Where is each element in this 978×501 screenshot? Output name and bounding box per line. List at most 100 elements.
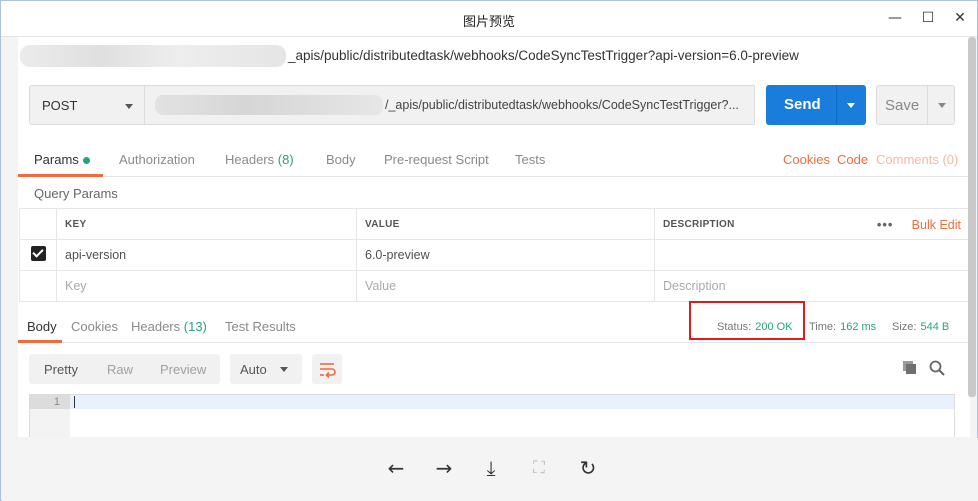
active-response-tab-underline bbox=[18, 340, 62, 343]
param-description-cell[interactable] bbox=[654, 239, 970, 271]
size-label: Size: bbox=[892, 321, 917, 333]
response-tab-headers[interactable]: Headers (13) bbox=[131, 319, 207, 334]
title-bar: 图片预览 — ☐ ✕ bbox=[1, 1, 977, 37]
format-label: Auto bbox=[240, 362, 267, 377]
vertical-scrollbar[interactable] bbox=[968, 37, 976, 397]
params-indicator-dot bbox=[82, 157, 90, 165]
value-column-header: VALUE bbox=[356, 208, 655, 240]
postman-screenshot: _apis/public/distributedtask/webhooks/Co… bbox=[18, 37, 970, 437]
url-input[interactable]: /_apis/public/distributedtask/webhooks/C… bbox=[145, 85, 755, 125]
text-cursor bbox=[74, 396, 75, 408]
size-value: 544 B bbox=[920, 321, 950, 333]
request-bar: POST /_apis/public/distributedtask/webho… bbox=[29, 85, 955, 125]
response-tab-test-results[interactable]: Test Results bbox=[225, 319, 296, 334]
redacted-host bbox=[155, 95, 383, 115]
format-select[interactable]: Auto bbox=[230, 354, 302, 384]
save-label: Save bbox=[885, 97, 920, 114]
maximize-button[interactable]: ☐ bbox=[918, 9, 938, 27]
time-label: Time: bbox=[809, 321, 837, 333]
cookies-link[interactable]: Cookies bbox=[783, 152, 830, 167]
method-select[interactable]: POST bbox=[29, 85, 145, 125]
editor-gutter: 1 bbox=[30, 395, 70, 437]
rotate-button[interactable]: ↻ bbox=[576, 456, 600, 480]
image-preview-window: 图片预览 — ☐ ✕ _apis/public/distributedtask/… bbox=[0, 0, 978, 501]
save-options-chevron-down-icon[interactable] bbox=[938, 103, 946, 108]
table-row-empty: Key Value Description bbox=[19, 270, 970, 302]
send-options-chevron-down-icon[interactable] bbox=[847, 103, 855, 108]
tab-tests[interactable]: Tests bbox=[515, 152, 545, 167]
more-options-icon[interactable]: ••• bbox=[877, 217, 894, 232]
tab-headers[interactable]: Headers (8) bbox=[225, 152, 294, 167]
tab-prerequest-script[interactable]: Pre-request Script bbox=[384, 152, 489, 167]
param-enabled-checkbox[interactable] bbox=[30, 246, 46, 261]
tab-headers-label: Headers bbox=[225, 152, 275, 167]
response-tabs: Body Cookies Headers (13) Test Results S… bbox=[18, 307, 970, 343]
view-preview-button[interactable]: Preview bbox=[160, 362, 206, 377]
tab-body[interactable]: Body bbox=[326, 152, 356, 167]
response-headers-count: (13) bbox=[183, 319, 207, 334]
tab-params-label: Params bbox=[34, 152, 79, 167]
table-row: api-version 6.0-preview bbox=[19, 239, 970, 271]
preview-toolbar: ← → ⤓ ⛶ ↻ bbox=[2, 438, 978, 501]
minimize-button[interactable]: — bbox=[885, 9, 905, 27]
response-headers-label: Headers bbox=[131, 319, 181, 334]
response-size: Size: 544 B bbox=[892, 321, 949, 333]
tab-authorization[interactable]: Authorization bbox=[119, 152, 195, 167]
copy-icon bbox=[903, 361, 916, 374]
description-column-header: DESCRIPTION bbox=[654, 208, 853, 240]
checkbox-column-header bbox=[19, 208, 57, 240]
send-label: Send bbox=[784, 96, 821, 113]
status-highlight-box bbox=[689, 301, 805, 340]
active-line-highlight bbox=[70, 395, 954, 409]
comments-link[interactable]: Comments (0) bbox=[876, 152, 958, 167]
new-key-input[interactable]: Key bbox=[56, 270, 357, 302]
code-link[interactable]: Code bbox=[837, 152, 868, 167]
redacted-host bbox=[20, 45, 286, 67]
active-tab-underline bbox=[18, 174, 103, 177]
query-params-label: Query Params bbox=[34, 186, 118, 201]
param-value-cell[interactable]: 6.0-preview bbox=[356, 239, 655, 271]
method-label: POST bbox=[42, 98, 78, 113]
new-description-input[interactable]: Description bbox=[654, 270, 970, 302]
active-line-gutter bbox=[30, 395, 70, 409]
next-image-button[interactable]: → bbox=[432, 456, 456, 480]
bulk-edit-link[interactable]: Bulk Edit bbox=[912, 218, 961, 232]
copy-button[interactable] bbox=[901, 359, 919, 380]
request-tabs: Params Authorization Headers (8) Body Pr… bbox=[18, 143, 970, 177]
wrap-lines-icon bbox=[320, 363, 336, 379]
send-divider bbox=[836, 85, 837, 125]
save-divider bbox=[927, 86, 928, 124]
save-button[interactable]: Save bbox=[876, 85, 955, 125]
request-url-heading: _apis/public/distributedtask/webhooks/Co… bbox=[18, 45, 970, 67]
search-button[interactable] bbox=[928, 359, 946, 380]
time-value: 162 ms bbox=[840, 321, 877, 333]
view-raw-button[interactable]: Raw bbox=[107, 362, 133, 377]
response-tab-cookies[interactable]: Cookies bbox=[71, 319, 118, 334]
download-button[interactable]: ⤓ bbox=[479, 456, 503, 480]
send-button[interactable]: Send bbox=[766, 85, 866, 125]
window-title: 图片预览 bbox=[462, 15, 515, 30]
response-tab-body[interactable]: Body bbox=[27, 319, 57, 334]
fit-to-window-button[interactable]: ⛶ bbox=[527, 456, 551, 480]
headers-count: (8) bbox=[277, 152, 294, 167]
close-button[interactable]: ✕ bbox=[950, 9, 970, 27]
query-params-table: KEY VALUE DESCRIPTION ••• Bulk Edit api-… bbox=[19, 208, 970, 302]
table-actions: ••• Bulk Edit bbox=[852, 208, 970, 240]
chevron-down-icon bbox=[280, 367, 288, 372]
line-number: 1 bbox=[53, 396, 60, 408]
tab-params[interactable]: Params bbox=[34, 152, 90, 167]
row-checkbox-cell bbox=[19, 239, 57, 271]
chevron-down-icon bbox=[125, 104, 133, 109]
request-url-text: _apis/public/distributedtask/webhooks/Co… bbox=[288, 48, 799, 63]
param-key-cell[interactable]: api-version bbox=[56, 239, 357, 271]
new-value-input[interactable]: Value bbox=[356, 270, 655, 302]
empty-checkbox-cell bbox=[19, 270, 57, 302]
wrap-lines-button[interactable] bbox=[312, 354, 342, 384]
response-time: Time: 162 ms bbox=[809, 321, 876, 333]
key-column-header: KEY bbox=[56, 208, 357, 240]
search-icon bbox=[929, 360, 945, 376]
response-body-editor[interactable]: 1 bbox=[29, 394, 955, 437]
view-pretty-button[interactable]: Pretty bbox=[44, 362, 78, 377]
previous-image-button[interactable]: ← bbox=[384, 456, 408, 480]
view-mode-group: Pretty Raw Preview bbox=[29, 354, 220, 384]
